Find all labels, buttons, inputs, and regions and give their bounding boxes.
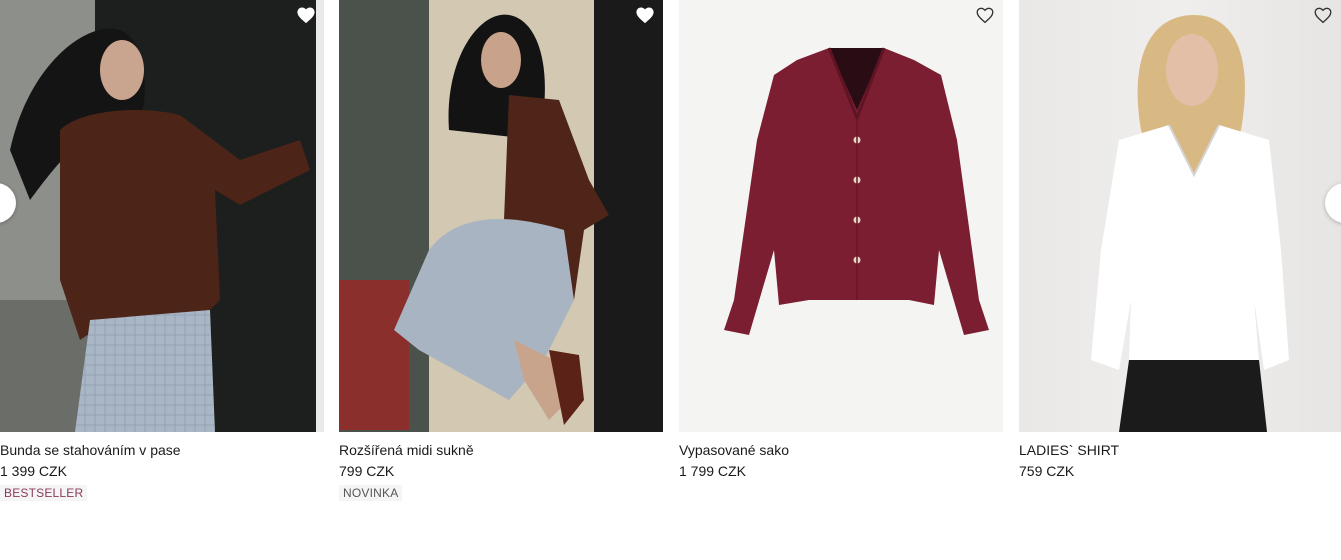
product-card[interactable]: Vypasované sako 1 799 CZK [679, 0, 1003, 480]
product-image[interactable] [679, 0, 1003, 432]
product-name[interactable]: Rozšířená midi sukně [339, 441, 663, 459]
product-image[interactable] [339, 0, 663, 432]
heart-outline-icon[interactable] [1313, 6, 1333, 24]
model-photo-midi-skirt [339, 0, 663, 432]
model-photo-leather-jacket [0, 0, 324, 432]
heart-filled-icon[interactable] [635, 6, 655, 24]
product-price: 1 399 CZK [0, 463, 67, 479]
product-card[interactable]: Bunda se stahováním v pase 1 399 CZK BES… [0, 0, 324, 502]
product-carousel: Bunda se stahováním v pase 1 399 CZK BES… [0, 0, 1341, 560]
product-price: 1 799 CZK [679, 463, 746, 479]
bestseller-badge: BESTSELLER [0, 485, 88, 501]
product-photo-blazer [724, 47, 989, 335]
product-image[interactable] [0, 0, 324, 432]
model-photo-white-shirt [1091, 15, 1289, 432]
product-name[interactable]: Vypasované sako [679, 441, 1003, 459]
product-image[interactable] [1019, 0, 1341, 432]
product-name[interactable]: Bunda se stahováním v pase [0, 441, 324, 459]
product-price: 799 CZK [339, 463, 395, 479]
heart-outline-icon[interactable] [975, 6, 995, 24]
product-card[interactable]: LADIES` SHIRT 759 CZK [1019, 0, 1341, 480]
product-name[interactable]: LADIES` SHIRT [1019, 441, 1341, 459]
new-badge: NOVINKA [339, 485, 403, 501]
product-price: 759 CZK [1019, 463, 1075, 479]
product-card[interactable]: Rozšířená midi sukně 799 CZK NOVINKA [339, 0, 663, 502]
heart-filled-icon[interactable] [296, 6, 316, 24]
